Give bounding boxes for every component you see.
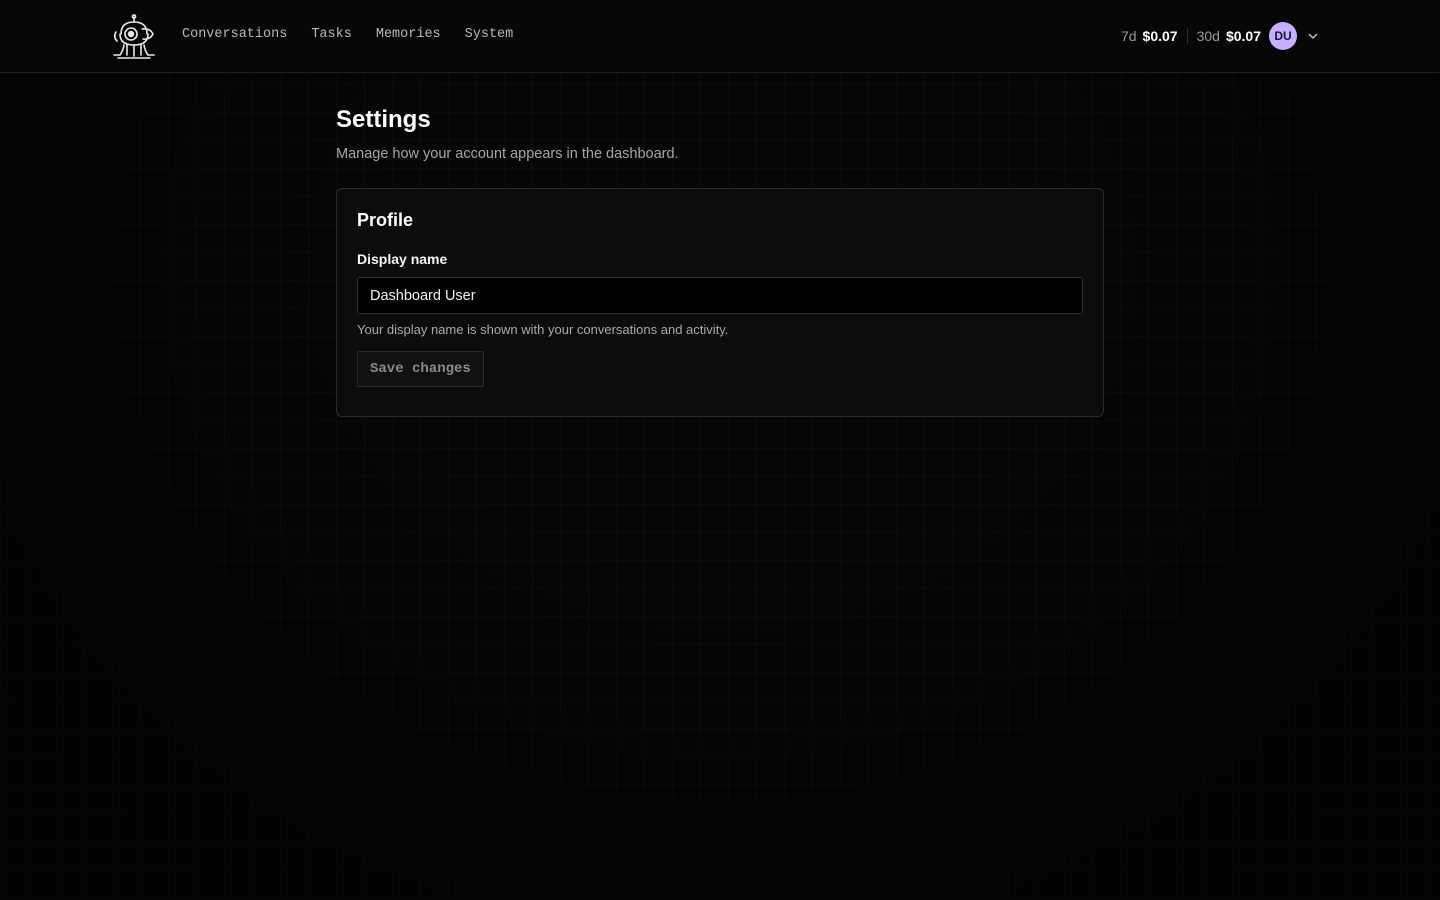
usage-30d-amount: $0.07 bbox=[1225, 28, 1261, 44]
page-subtitle: Manage how your account appears in the d… bbox=[336, 146, 679, 162]
robot-mascot-icon[interactable] bbox=[110, 14, 158, 60]
nav-memories[interactable]: Memories bbox=[376, 26, 441, 44]
top-navigation-bar: Conversations Tasks Memories System 7d $… bbox=[0, 0, 1440, 73]
display-name-label: Display name bbox=[357, 251, 448, 267]
nav-conversations[interactable]: Conversations bbox=[182, 26, 287, 44]
display-name-help-text: Your display name is shown with your con… bbox=[357, 322, 729, 337]
save-changes-button[interactable]: Save changes bbox=[357, 351, 484, 387]
display-name-input[interactable] bbox=[357, 277, 1083, 314]
settings-page: Settings Manage how your account appears… bbox=[336, 104, 1104, 417]
usage-7d-period: 7d bbox=[1120, 28, 1137, 44]
profile-card-title: Profile bbox=[357, 210, 414, 230]
avatar[interactable]: DU bbox=[1269, 22, 1297, 50]
nav-system[interactable]: System bbox=[465, 26, 514, 44]
profile-card: Profile Display name Your display name i… bbox=[336, 188, 1104, 417]
chevron-down-icon[interactable] bbox=[1306, 29, 1320, 43]
nav-tasks[interactable]: Tasks bbox=[311, 26, 352, 44]
usage-30d-period: 30d bbox=[1196, 28, 1220, 44]
page-title: Settings bbox=[336, 106, 431, 133]
main-nav: Conversations Tasks Memories System bbox=[182, 26, 513, 44]
usage-summary: 7d $0.07 30d $0.07 DU bbox=[1121, 22, 1320, 50]
usage-7d-amount: $0.07 bbox=[1142, 28, 1178, 44]
usage-divider bbox=[1186, 28, 1188, 44]
